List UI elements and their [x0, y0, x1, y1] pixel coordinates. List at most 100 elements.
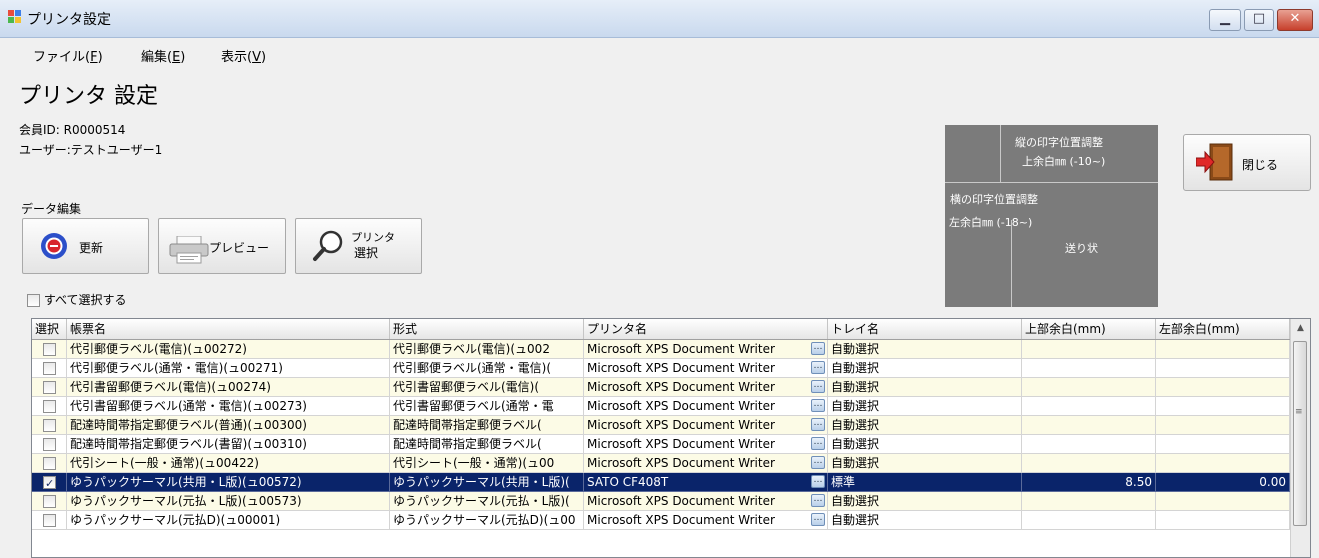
printer-select-button[interactable]: プリンタ 選択: [295, 218, 422, 274]
cell-left-margin[interactable]: [1156, 359, 1290, 378]
table-row[interactable]: ゆうパックサーマル(共用・L版)(ュ00572) ゆうパックサーマル(共用・L版)…: [32, 473, 1290, 492]
cell-top-margin[interactable]: [1022, 397, 1156, 416]
printer-browse-button[interactable]: …: [811, 437, 825, 450]
row-select-checkbox[interactable]: [43, 474, 56, 491]
cell-select[interactable]: [32, 359, 67, 378]
table-row[interactable]: 代引郵便ラベル(通常・電信)(ュ00271) 代引郵便ラベル(通常・電信)(Mic…: [32, 359, 1290, 378]
cell-tray-name[interactable]: 標準: [828, 473, 1022, 492]
printer-browse-button[interactable]: …: [811, 494, 825, 507]
printer-browse-button[interactable]: …: [811, 513, 825, 526]
cell-select[interactable]: [32, 511, 67, 530]
cell-left-margin[interactable]: [1156, 454, 1290, 473]
menu-file[interactable]: ファイル(F): [33, 46, 103, 65]
menu-edit[interactable]: 編集(E): [141, 46, 185, 65]
cell-tray-name[interactable]: 自動選択: [828, 511, 1022, 530]
header-left-margin[interactable]: 左部余白(mm): [1156, 319, 1290, 339]
cell-top-margin[interactable]: [1022, 340, 1156, 359]
cell-left-margin[interactable]: [1156, 397, 1290, 416]
cell-form-name[interactable]: 代引郵便ラベル(電信)(ュ00272): [67, 340, 390, 359]
minimize-button[interactable]: ▁: [1209, 9, 1241, 31]
cell-form-name[interactable]: 代引シート(一般・通常)(ュ00422): [67, 454, 390, 473]
cell-tray-name[interactable]: 自動選択: [828, 492, 1022, 511]
cell-tray-name[interactable]: 自動選択: [828, 378, 1022, 397]
cell-tray-name[interactable]: 自動選択: [828, 359, 1022, 378]
cell-top-margin[interactable]: [1022, 416, 1156, 435]
select-all-checkbox[interactable]: [27, 294, 40, 307]
cell-printer-name[interactable]: SATO CF408T…: [584, 473, 828, 492]
cell-select[interactable]: [32, 416, 67, 435]
cell-format[interactable]: 代引書留郵便ラベル(通常・電: [390, 397, 584, 416]
cell-tray-name[interactable]: 自動選択: [828, 454, 1022, 473]
cell-top-margin[interactable]: [1022, 378, 1156, 397]
cell-format[interactable]: ゆうパックサーマル(元払・L版)(: [390, 492, 584, 511]
cell-format[interactable]: ゆうパックサーマル(共用・L版)(: [390, 473, 584, 492]
table-row[interactable]: 代引シート(一般・通常)(ュ00422) 代引シート(一般・通常)(ュ00 Micr…: [32, 454, 1290, 473]
printer-browse-button[interactable]: …: [811, 361, 825, 374]
cell-form-name[interactable]: ゆうパックサーマル(元払・L版)(ュ00573): [67, 492, 390, 511]
cell-top-margin[interactable]: 8.50: [1022, 473, 1156, 492]
row-select-checkbox[interactable]: [43, 419, 56, 432]
row-select-checkbox[interactable]: [43, 400, 56, 413]
cell-select[interactable]: [32, 473, 67, 492]
cell-form-name[interactable]: 代引書留郵便ラベル(電信)(ュ00274): [67, 378, 390, 397]
cell-printer-name[interactable]: Microsoft XPS Document Writer…: [584, 416, 828, 435]
table-row[interactable]: ゆうパックサーマル(元払・L版)(ュ00573) ゆうパックサーマル(元払・L版)…: [32, 492, 1290, 511]
cell-format[interactable]: 代引シート(一般・通常)(ュ00: [390, 454, 584, 473]
row-select-checkbox[interactable]: [43, 495, 56, 508]
printer-browse-button[interactable]: …: [811, 418, 825, 431]
cell-printer-name[interactable]: Microsoft XPS Document Writer…: [584, 359, 828, 378]
printer-browse-button[interactable]: …: [811, 342, 825, 355]
cell-left-margin[interactable]: 0.00: [1156, 473, 1290, 492]
cell-tray-name[interactable]: 自動選択: [828, 435, 1022, 454]
header-tray-name[interactable]: トレイ名: [828, 319, 1022, 339]
cell-form-name[interactable]: ゆうパックサーマル(共用・L版)(ュ00572): [67, 473, 390, 492]
cell-printer-name[interactable]: Microsoft XPS Document Writer…: [584, 378, 828, 397]
cell-format[interactable]: 代引書留郵便ラベル(電信)(: [390, 378, 584, 397]
header-form-name[interactable]: 帳票名: [67, 319, 390, 339]
cell-tray-name[interactable]: 自動選択: [828, 416, 1022, 435]
cell-select[interactable]: [32, 340, 67, 359]
cell-top-margin[interactable]: [1022, 435, 1156, 454]
cell-tray-name[interactable]: 自動選択: [828, 340, 1022, 359]
cell-left-margin[interactable]: [1156, 435, 1290, 454]
cell-form-name[interactable]: 代引書留郵便ラベル(通常・電信)(ュ00273): [67, 397, 390, 416]
menu-view[interactable]: 表示(V): [221, 46, 266, 65]
cell-format[interactable]: 代引郵便ラベル(通常・電信)(: [390, 359, 584, 378]
cell-form-name[interactable]: 配達時間帯指定郵便ラベル(書留)(ュ00310): [67, 435, 390, 454]
cell-select[interactable]: [32, 492, 67, 511]
close-window-button[interactable]: ✕: [1277, 9, 1313, 31]
select-all[interactable]: すべて選択する: [27, 291, 127, 308]
cell-select[interactable]: [32, 454, 67, 473]
row-select-checkbox[interactable]: [43, 381, 56, 394]
table-row[interactable]: 配達時間帯指定郵便ラベル(普通)(ュ00300) 配達時間帯指定郵便ラベル(Mic…: [32, 416, 1290, 435]
cell-top-margin[interactable]: [1022, 454, 1156, 473]
scroll-up-arrow-icon[interactable]: ▲: [1291, 319, 1310, 338]
row-select-checkbox[interactable]: [43, 457, 56, 470]
row-select-checkbox[interactable]: [43, 514, 56, 527]
cell-form-name[interactable]: ゆうパックサーマル(元払D)(ュ00001): [67, 511, 390, 530]
cell-tray-name[interactable]: 自動選択: [828, 397, 1022, 416]
printer-browse-button[interactable]: …: [811, 456, 825, 469]
cell-top-margin[interactable]: [1022, 359, 1156, 378]
scrollbar-thumb[interactable]: [1293, 341, 1307, 526]
table-row[interactable]: 配達時間帯指定郵便ラベル(書留)(ュ00310) 配達時間帯指定郵便ラベル(Mic…: [32, 435, 1290, 454]
row-select-checkbox[interactable]: [43, 438, 56, 451]
row-select-checkbox[interactable]: [43, 362, 56, 375]
cell-left-margin[interactable]: [1156, 378, 1290, 397]
cell-printer-name[interactable]: Microsoft XPS Document Writer…: [584, 454, 828, 473]
table-row[interactable]: 代引書留郵便ラベル(通常・電信)(ュ00273) 代引書留郵便ラベル(通常・電 Mi…: [32, 397, 1290, 416]
cell-form-name[interactable]: 配達時間帯指定郵便ラベル(普通)(ュ00300): [67, 416, 390, 435]
update-button[interactable]: 更新: [22, 218, 149, 274]
cell-printer-name[interactable]: Microsoft XPS Document Writer…: [584, 340, 828, 359]
grid-vertical-scrollbar[interactable]: ▲ ≡: [1290, 319, 1310, 557]
cell-top-margin[interactable]: [1022, 511, 1156, 530]
cell-select[interactable]: [32, 378, 67, 397]
cell-printer-name[interactable]: Microsoft XPS Document Writer…: [584, 397, 828, 416]
cell-printer-name[interactable]: Microsoft XPS Document Writer…: [584, 511, 828, 530]
printer-browse-button[interactable]: …: [811, 399, 825, 412]
printer-browse-button[interactable]: …: [811, 475, 825, 488]
table-row[interactable]: 代引書留郵便ラベル(電信)(ュ00274) 代引書留郵便ラベル(電信)(Micro…: [32, 378, 1290, 397]
cell-format[interactable]: 配達時間帯指定郵便ラベル(: [390, 416, 584, 435]
maximize-button[interactable]: □: [1244, 9, 1274, 31]
header-printer-name[interactable]: プリンタ名: [584, 319, 828, 339]
